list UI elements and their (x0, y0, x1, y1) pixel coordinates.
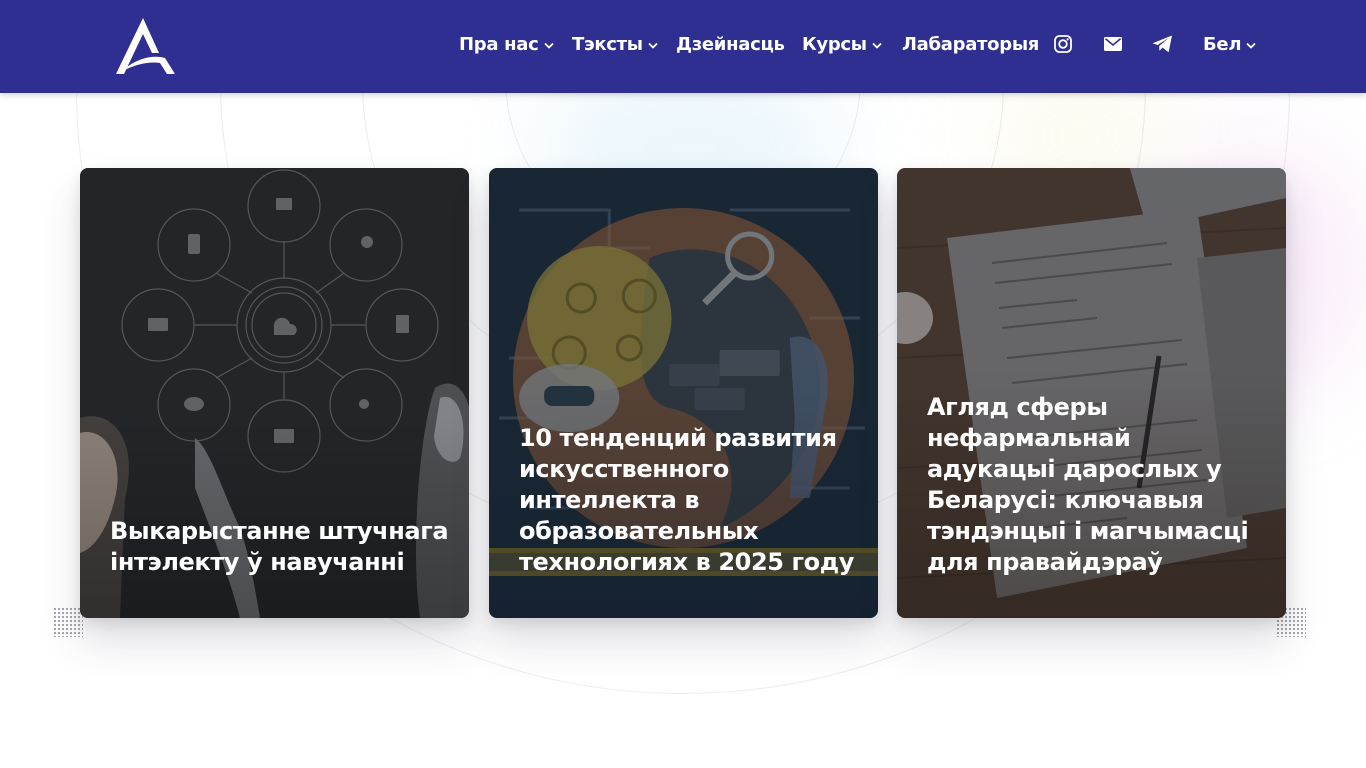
nav-item-courses[interactable]: Курсы (802, 30, 882, 60)
card-title[interactable]: Агляд сферы нефармальнай адукацыі даросл… (927, 392, 1266, 578)
mail-icon[interactable] (1101, 31, 1125, 57)
instagram-icon[interactable] (1051, 31, 1075, 57)
chevron-down-icon (872, 42, 882, 49)
nav-item-label: Тэксты (572, 34, 643, 55)
nav-item-activity[interactable]: Дзейнасць (676, 30, 785, 60)
nav-item-label: Лабараторыя (902, 34, 1040, 55)
site-header: Пра нас Тэксты Дзейнасць Курсы Лабаратор… (0, 0, 1366, 93)
nav-item-label: Курсы (802, 34, 867, 55)
card-title[interactable]: Выкарыстанне штучнага інтэлекту ў навуча… (110, 516, 449, 578)
language-label: Бел (1203, 34, 1242, 55)
telegram-icon[interactable] (1150, 31, 1174, 57)
article-card-adult-education[interactable]: Агляд сферы нефармальнай адукацыі даросл… (897, 168, 1286, 618)
nav-item-about[interactable]: Пра нас (459, 30, 554, 60)
nav-item-laboratory[interactable]: Лабараторыя (902, 30, 1039, 60)
article-card-ai-trends[interactable]: 10 тенденций развития искусственного инт… (489, 168, 878, 618)
nav-item-label: Дзейнасць (676, 34, 785, 55)
nav-item-texts[interactable]: Тэксты (572, 30, 658, 60)
card-title[interactable]: 10 тенденций развития искусственного инт… (519, 423, 858, 578)
chevron-down-icon (648, 42, 658, 49)
article-card-ai-education[interactable]: Выкарыстанне штучнага інтэлекту ў навуча… (80, 168, 469, 618)
main-navigation: Пра нас Тэксты Дзейнасць Курсы Лабаратор… (0, 0, 1366, 93)
language-selector[interactable]: Бел (1203, 30, 1256, 60)
chevron-down-icon (1246, 42, 1256, 49)
chevron-down-icon (543, 42, 554, 49)
dots-decoration-left (53, 607, 83, 637)
nav-item-label: Пра нас (459, 34, 539, 55)
